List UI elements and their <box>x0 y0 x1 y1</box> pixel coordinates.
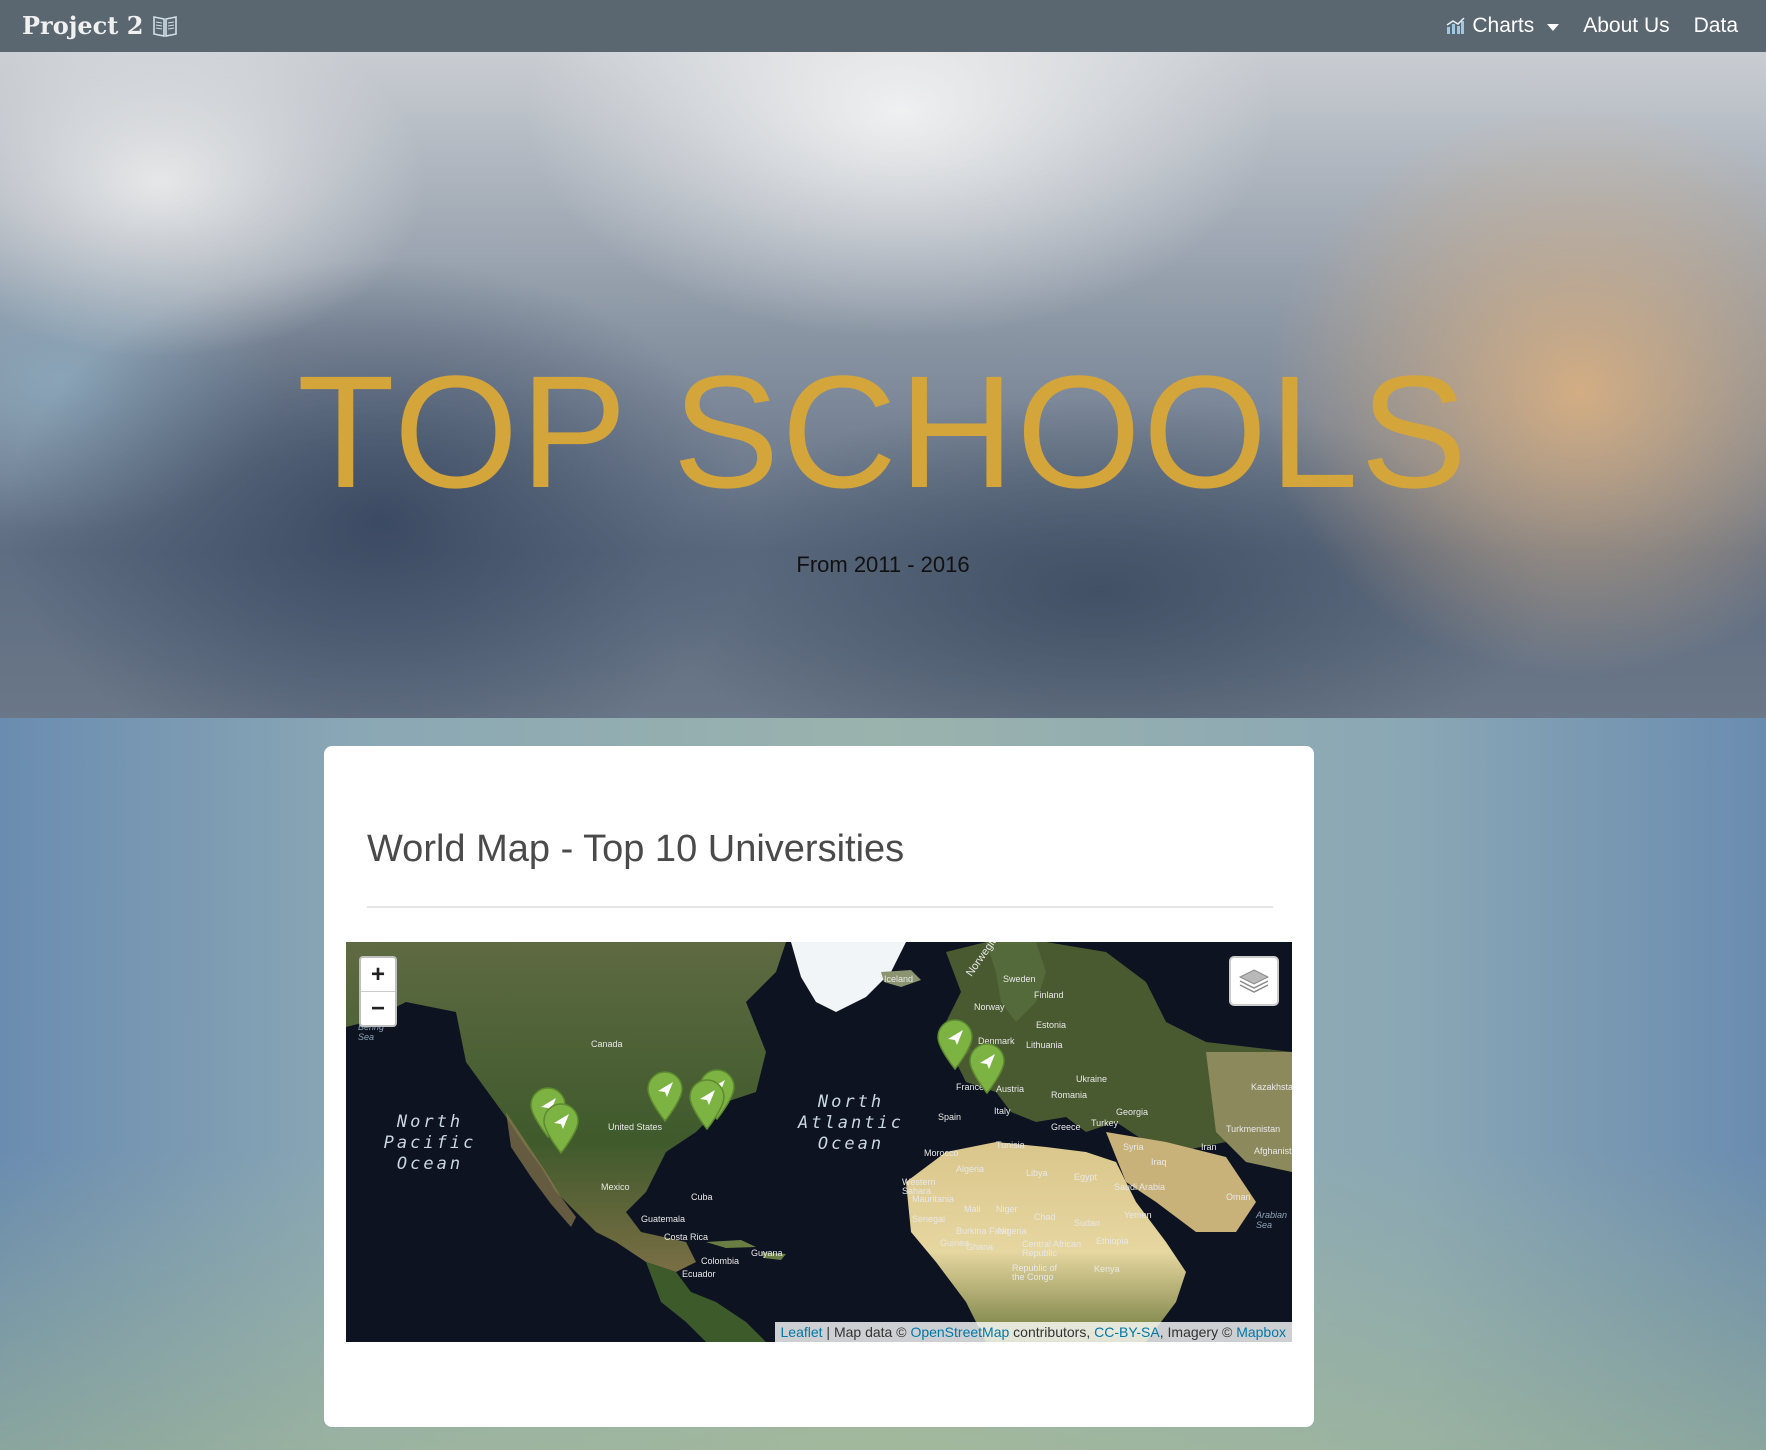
book-icon <box>153 15 178 37</box>
nav-charts-label: Charts <box>1472 14 1535 37</box>
map-marker[interactable] <box>646 1070 684 1123</box>
place-label: Greece <box>1051 1122 1081 1132</box>
place-label: Chad <box>1034 1212 1056 1222</box>
map-marker[interactable] <box>688 1078 726 1131</box>
card-title: World Map - Top 10 Universities <box>367 828 905 870</box>
ocean-label-atlantic: North Atlantic Ocean <box>798 1092 904 1154</box>
hero-title: TOP SCHOOLS <box>297 342 1469 521</box>
nav-data[interactable]: Data <box>1694 14 1738 38</box>
place-label: Ghana <box>966 1242 994 1252</box>
layers-icon <box>1238 969 1270 993</box>
location-arrow-icon <box>647 1071 683 1123</box>
place-label: Iraq <box>1151 1157 1167 1167</box>
place-label: Western Sahara <box>902 1177 936 1196</box>
place-label: Arabian Sea <box>1256 1210 1288 1230</box>
place-label: Sudan <box>1074 1218 1101 1228</box>
brand-label: Project 2 <box>22 11 144 40</box>
hero-banner: TOP SCHOOLS From 2011 - 2016 <box>0 52 1766 718</box>
place-label: Romania <box>1051 1090 1088 1100</box>
place-label: Lithuania <box>1026 1040 1063 1050</box>
place-label: Algeria <box>956 1164 985 1174</box>
place-label: Yemen <box>1124 1210 1152 1220</box>
nav-about-us[interactable]: About Us <box>1583 14 1669 38</box>
layers-button[interactable] <box>1229 956 1279 1006</box>
place-label: Libya <box>1026 1168 1048 1178</box>
place-label: Turkey <box>1091 1118 1119 1128</box>
place-label: Ukraine <box>1076 1074 1108 1084</box>
place-label: Nigeria <box>998 1226 1027 1236</box>
ocean-label-pacific: North Pacific Ocean <box>383 1112 477 1174</box>
place-label: Central African Republic <box>1022 1239 1082 1258</box>
place-label: Mali <box>964 1204 981 1214</box>
world-map[interactable]: North Pacific Ocean North Atlantic Ocean… <box>346 942 1292 1342</box>
place-label: Finland <box>1034 990 1064 1000</box>
map-marker[interactable] <box>968 1042 1006 1095</box>
place-label: United States <box>608 1122 663 1132</box>
map-attribution: Leaflet | Map data © OpenStreetMap contr… <box>774 1322 1292 1342</box>
attribution-text: | Map data © <box>822 1324 911 1340</box>
location-arrow-icon <box>969 1043 1005 1095</box>
map-marker[interactable] <box>542 1102 580 1155</box>
place-label: Colombia <box>701 1256 740 1266</box>
place-label: Niger <box>996 1204 1018 1214</box>
brand-link[interactable]: Project 2 <box>22 11 179 40</box>
license-link[interactable]: CC-BY-SA <box>1094 1324 1160 1340</box>
place-label: Costa Rica <box>664 1232 709 1242</box>
place-label: Spain <box>938 1112 962 1122</box>
place-label: Syria <box>1123 1142 1144 1152</box>
place-label: Iceland <box>884 974 914 984</box>
place-label: Norway <box>974 1002 1005 1012</box>
nav-about-label: About Us <box>1583 14 1670 37</box>
place-label: Morocco <box>924 1148 959 1158</box>
mapbox-link[interactable]: Mapbox <box>1236 1324 1286 1340</box>
nav-data-label: Data <box>1693 14 1738 37</box>
place-label: Tunisia <box>996 1140 1025 1150</box>
place-label: Canada <box>591 1039 623 1049</box>
osm-link[interactable]: OpenStreetMap <box>910 1324 1009 1340</box>
zoom-out-button[interactable]: − <box>361 991 395 1025</box>
place-label: Guinea <box>940 1238 970 1248</box>
place-label: Turkmenistan <box>1226 1124 1281 1134</box>
place-label: Italy <box>994 1106 1011 1116</box>
place-label: Oman <box>1226 1192 1251 1202</box>
place-label: Ecuador <box>682 1269 716 1279</box>
attribution-text: contributors, <box>1009 1324 1095 1340</box>
place-label: Sweden <box>1003 974 1036 984</box>
place-label: Republic of the Congo <box>1012 1263 1058 1282</box>
place-label: Afghanistan <box>1254 1146 1292 1156</box>
place-label: Mexico <box>601 1182 630 1192</box>
place-label: Senegal <box>912 1214 946 1224</box>
hero-subtitle: From 2011 - 2016 <box>796 552 970 577</box>
place-label: Kazakhstan <box>1251 1082 1292 1092</box>
location-arrow-icon <box>689 1079 725 1131</box>
place-label: Guyana <box>751 1248 783 1258</box>
place-label: Guatemala <box>641 1214 686 1224</box>
place-label: Ethiopia <box>1096 1236 1129 1246</box>
chevron-down-icon <box>1547 23 1560 31</box>
zoom-in-button[interactable]: + <box>361 958 395 991</box>
nav-links: Charts About Us Data <box>1445 0 1738 52</box>
place-label: Kenya <box>1094 1264 1120 1274</box>
place-label: Georgia <box>1116 1107 1149 1117</box>
map-card: World Map - Top 10 Universities North Pa… <box>324 746 1314 1427</box>
nav-charts-dropdown[interactable]: Charts <box>1445 14 1560 38</box>
place-label: Egypt <box>1074 1172 1098 1182</box>
place-label: Estonia <box>1036 1020 1067 1030</box>
place-label: Iran <box>1201 1142 1217 1152</box>
navbar: Project 2 Charts About Us Data <box>0 0 1766 52</box>
leaflet-link[interactable]: Leaflet <box>781 1324 823 1340</box>
location-arrow-icon <box>543 1103 579 1155</box>
divider <box>367 906 1273 908</box>
zoom-control: + − <box>359 956 397 1027</box>
place-label: Cuba <box>691 1192 713 1202</box>
attribution-text: , Imagery © <box>1159 1324 1237 1340</box>
place-label: Saudi Arabia <box>1114 1182 1166 1192</box>
chart-icon <box>1446 17 1465 34</box>
